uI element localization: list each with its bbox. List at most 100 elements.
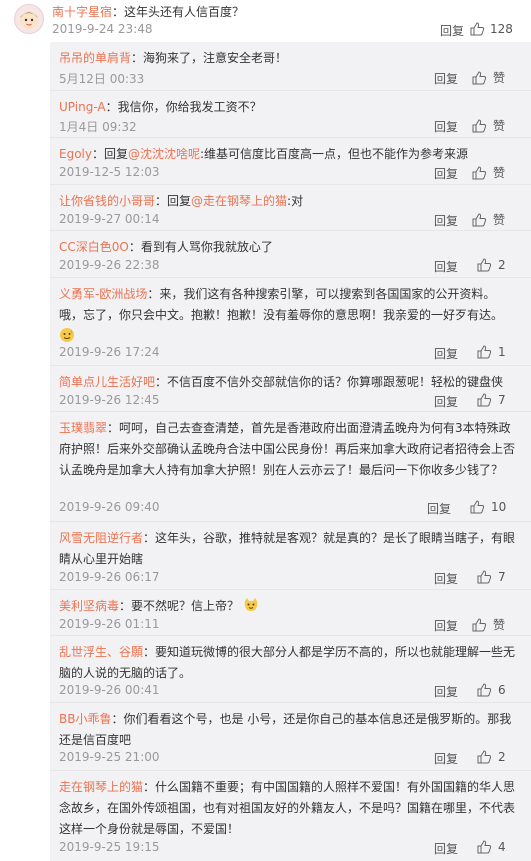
reply-item: 乱世浮生、谷願：要知道玩微博的很大部分人都是学历不高的，所以也就能理解一些无脑的… [50, 636, 531, 703]
reply-username[interactable]: 美利坚病毒 [59, 599, 119, 613]
top-comment-like-button[interactable]: 128 [469, 21, 513, 37]
like-button[interactable]: 赞 [471, 211, 505, 228]
thumbs-up-icon [477, 258, 492, 272]
reply-time: 2019-9-25 21:00 [59, 750, 160, 764]
cat-emoji-icon [244, 598, 258, 611]
like-count: 2 [498, 750, 506, 764]
like-button[interactable]: 赞 [471, 69, 505, 86]
reply-username[interactable]: 吊吊的单肩背 [59, 51, 131, 65]
top-comment-text: ：这年头还有人信百度？ [112, 5, 245, 19]
top-comment: 南十字星宿：这年头还有人信百度？ 2019-9-24 23:48 回复 128 [0, 0, 531, 40]
reply-item: 简单点儿生活好吧：不信百度不信外交部就信你的话？你算哪跟葱呢！轻松的键盘侠 20… [50, 366, 531, 412]
like-count: 赞 [493, 166, 506, 180]
reply-button[interactable]: 回复 [434, 617, 458, 634]
like-button[interactable]: 7 [476, 392, 506, 408]
reply-button[interactable]: 回复 [427, 500, 451, 517]
reply-time: 2019-12-5 12:03 [59, 165, 160, 179]
reply-item: CC深白色0O：看到有人骂你我就放心了 2019-9-26 22:38 回复 2 [50, 231, 531, 278]
reply-text-tail: :维基可信度比百度高一点，但也不能作为参考来源 [200, 147, 469, 161]
reply-username[interactable]: Egoly [59, 147, 92, 161]
thumbs-up-icon [472, 212, 487, 226]
reply-button[interactable]: 回复 [434, 840, 458, 857]
reply-mention[interactable]: @走在钢琴上的猫 [191, 194, 287, 208]
reply-username[interactable]: 乱世浮生、谷願 [59, 645, 143, 659]
thumbs-up-icon [477, 750, 492, 764]
reply-item: 让你省钱的小哥哥：回复@走在钢琴上的猫:对 2019-9-27 00:14 回复… [50, 185, 531, 231]
thumbs-up-icon [477, 393, 492, 407]
reply-item: 美利坚病毒：要不然呢？信上帝？ 2019-9-26 01:11 回复 赞 [50, 590, 531, 636]
reply-text: ：不信百度不信外交部就信你的话？你算哪跟葱呢！轻松的键盘侠 [155, 375, 504, 389]
like-count: 赞 [493, 71, 506, 85]
reply-mention[interactable]: @沈沈沈啥呢 [128, 147, 200, 161]
like-button[interactable]: 2 [476, 257, 506, 273]
reply-time: 2019-9-26 01:11 [59, 617, 160, 631]
reply-button[interactable]: 回复 [434, 750, 458, 767]
like-count: 10 [491, 500, 507, 514]
reply-time: 2019-9-26 09:40 [59, 500, 160, 514]
reply-time: 2019-9-26 17:24 [59, 345, 160, 359]
reply-item: 义勇军-欧洲战场：来，我们这有各种搜索引擎，可以搜索到各国国家的公开资料。哦，忘… [50, 278, 531, 366]
thumbs-up-icon [472, 617, 487, 631]
reply-username[interactable]: 风雪无阻逆行者 [59, 531, 143, 545]
top-comment-reply-button[interactable]: 回复 [440, 22, 464, 39]
reply-username[interactable]: UPing-A [59, 100, 106, 114]
reply-item: BB小乖鲁：你们看看这个号，也是 小号，还是你自己的基本信息还是俄罗斯的。那我还… [50, 703, 531, 771]
sweat-smile-emoji-icon [60, 328, 74, 342]
like-button[interactable]: 赞 [471, 164, 505, 181]
reply-item: 走在钢琴上的猫：什么国籍不重要；有中国国籍的人照样不爱国！有外国国籍的华人思念故… [50, 771, 531, 861]
like-button[interactable]: 10 [469, 499, 506, 515]
reply-text: ：我信你，你给我发工资不？ [105, 100, 262, 114]
reply-button[interactable]: 回复 [434, 70, 458, 87]
like-button[interactable]: 2 [476, 749, 506, 765]
reply-username[interactable]: BB小乖鲁 [59, 712, 111, 726]
reply-username[interactable]: 让你省钱的小哥哥 [59, 194, 155, 208]
like-count: 7 [498, 570, 506, 584]
reply-time: 2019-9-27 00:14 [59, 212, 160, 226]
thumbs-up-icon [477, 683, 492, 697]
reply-time: 2019-9-25 19:15 [59, 840, 160, 854]
reply-time: 2019-9-26 12:45 [59, 393, 160, 407]
reply-button[interactable]: 回复 [434, 118, 458, 135]
thumbs-up-icon [477, 840, 492, 854]
reply-text: ：回复 [91, 147, 128, 161]
reply-button[interactable]: 回复 [434, 165, 458, 182]
thumbs-up-icon [472, 165, 487, 179]
reply-button[interactable]: 回复 [434, 570, 458, 587]
avatar[interactable] [14, 4, 44, 34]
top-comment-time: 2019-9-24 23:48 [52, 22, 153, 36]
reply-button[interactable]: 回复 [434, 258, 458, 275]
thumbs-up-icon [470, 22, 485, 36]
reply-item: 风雪无阻逆行者：这年头，谷歌，推特就是客观？就是真的？是长了眼睛当瞎子，有眼睛从… [50, 522, 531, 590]
reply-item: 吊吊的单肩背：海狗来了，注意安全老哥！ 5月12日 00:33 回复 赞 [50, 42, 531, 91]
reply-button[interactable]: 回复 [434, 683, 458, 700]
reply-username[interactable]: CC深白色0O [59, 240, 129, 254]
top-comment-username[interactable]: 南十字星宿 [52, 5, 112, 19]
like-count: 1 [498, 345, 506, 359]
thumbs-up-icon [470, 500, 485, 514]
top-comment-like-count: 128 [490, 22, 513, 36]
like-button[interactable]: 6 [476, 682, 506, 698]
like-button[interactable]: 赞 [471, 616, 505, 633]
reply-username[interactable]: 简单点儿生活好吧 [59, 375, 155, 389]
reply-button[interactable]: 回复 [434, 345, 458, 362]
reply-text-tail: :对 [287, 194, 304, 208]
like-count: 赞 [493, 119, 506, 133]
reply-time: 2019-9-26 06:17 [59, 570, 160, 584]
reply-button[interactable]: 回复 [434, 393, 458, 410]
reply-button[interactable]: 回复 [434, 212, 458, 229]
like-count: 7 [498, 393, 506, 407]
like-count: 4 [498, 840, 506, 854]
like-button[interactable]: 赞 [471, 117, 505, 134]
reply-text: ：海狗来了，注意安全老哥！ [131, 51, 288, 65]
reply-username[interactable]: 玉璞翡翠 [59, 421, 107, 435]
avatar-face-icon [20, 11, 38, 29]
like-count: 6 [498, 683, 506, 697]
reply-item: UPing-A：我信你，你给我发工资不？ 1月4日 09:32 回复 赞 [50, 91, 531, 138]
reply-username[interactable]: 走在钢琴上的猫 [59, 780, 143, 794]
reply-item: 玉璞翡翠：呵呵，自己去查查清楚，首先是香港政府出面澄清孟晚舟为何有3本特殊政府护… [50, 412, 531, 522]
like-button[interactable]: 7 [476, 569, 506, 585]
like-button[interactable]: 4 [476, 839, 506, 855]
reply-username[interactable]: 义勇军-欧洲战场 [59, 287, 147, 301]
like-button[interactable]: 1 [476, 344, 506, 360]
reply-text: ：看到有人骂你我就放心了 [128, 240, 273, 254]
